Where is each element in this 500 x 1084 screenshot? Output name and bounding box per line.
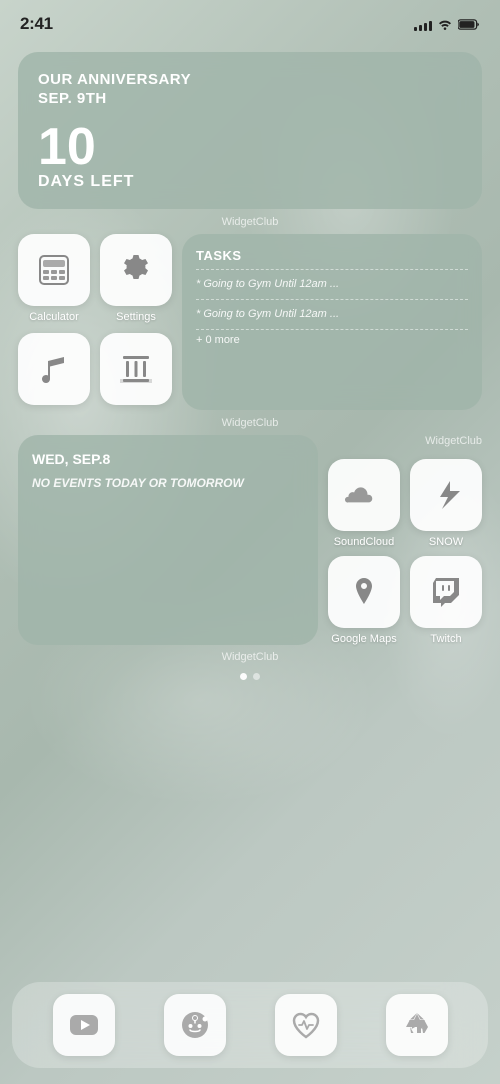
days-number: 10 <box>38 121 462 173</box>
signal-bar-2 <box>419 25 422 31</box>
wifi-icon <box>437 17 453 31</box>
anniversary-widget[interactable]: Our anniversary Sep. 9th 10 Days Left <box>18 52 482 209</box>
app-settings-container[interactable]: Settings <box>100 234 172 323</box>
youtube-icon <box>68 1009 100 1041</box>
soundcloud-label: SoundCloud <box>334 536 395 548</box>
snow-bolt-icon <box>428 477 464 513</box>
signal-bar-1 <box>414 27 417 31</box>
settings-icon-bg[interactable] <box>100 234 172 306</box>
right-apps-section: WidgetClub SoundCloud <box>328 435 482 645</box>
snow-icon-bg[interactable] <box>410 459 482 531</box>
twitch-icon <box>428 574 464 610</box>
battery-icon <box>458 18 480 31</box>
app-snow-container[interactable]: SNOW <box>410 459 482 548</box>
twitch-icon-bg[interactable] <box>410 556 482 628</box>
widgetclub-label-4: WidgetClub <box>18 651 482 663</box>
snow-label: SNOW <box>429 536 463 548</box>
widgetclub-label-3: WidgetClub <box>328 435 482 447</box>
calendar-widget[interactable]: Wed, Sep.8 No events today or tomorrow <box>18 435 318 645</box>
signal-bar-3 <box>424 23 427 31</box>
googlemaps-label: Google Maps <box>331 633 396 645</box>
googlemaps-icon-bg[interactable] <box>328 556 400 628</box>
soundcloud-icon <box>345 476 383 514</box>
library-icon-bg[interactable] <box>100 333 172 405</box>
task-divider-2 <box>196 299 468 300</box>
task-item-1: * Going to Gym Until 12am ... <box>196 274 468 295</box>
content-area: Our anniversary Sep. 9th 10 Days Left Wi… <box>0 44 500 978</box>
screen: 2:41 Our anniversary Sep. 9th 10 <box>0 0 500 1084</box>
widgetclub-label-2: WidgetClub <box>18 417 482 429</box>
music-note-icon <box>36 351 72 387</box>
tasks-widget[interactable]: Tasks * Going to Gym Until 12am ... * Go… <box>182 234 482 410</box>
twitch-label: Twitch <box>430 633 461 645</box>
dock-reddit[interactable] <box>164 994 226 1056</box>
task-item-2: * Going to Gym Until 12am ... <box>196 304 468 325</box>
app-soundcloud-container[interactable]: SoundCloud <box>328 459 400 548</box>
anniversary-title: Our anniversary <box>38 70 462 90</box>
status-bar: 2:41 <box>0 0 500 44</box>
dock-youtube[interactable] <box>53 994 115 1056</box>
calendar-day: Wed, Sep.8 <box>32 451 304 467</box>
page-dot-2[interactable] <box>253 673 260 680</box>
reddit-icon <box>179 1009 211 1041</box>
anniversary-date: Sep. 9th <box>38 90 462 107</box>
settings-label: Settings <box>116 311 156 323</box>
signal-bars-icon <box>414 17 432 31</box>
widgetclub-label-1: WidgetClub <box>18 216 482 228</box>
app-twitch-container[interactable]: Twitch <box>410 556 482 645</box>
calculator-icon <box>36 252 72 288</box>
app-calculator-container[interactable]: Calculator <box>18 234 90 323</box>
music-icon-bg[interactable] <box>18 333 90 405</box>
right-apps-row-2: Google Maps Twitch <box>328 556 482 645</box>
dock <box>12 982 488 1068</box>
soundcloud-icon-bg[interactable] <box>328 459 400 531</box>
settings-icon <box>118 252 154 288</box>
signal-bar-4 <box>429 21 432 31</box>
app-icons-section: Calculator Settings <box>18 234 172 410</box>
task-divider-3 <box>196 329 468 330</box>
calculator-icon-bg[interactable] <box>18 234 90 306</box>
task-divider-1 <box>196 269 468 270</box>
page-dots <box>18 673 482 680</box>
app-library-container[interactable] <box>100 333 172 410</box>
app-googlemaps-container[interactable]: Google Maps <box>328 556 400 645</box>
days-label: Days Left <box>38 173 462 191</box>
bottom-section: Wed, Sep.8 No events today or tomorrow W… <box>18 435 482 645</box>
status-icons <box>414 17 480 31</box>
app-grid: Calculator Settings <box>18 234 172 410</box>
library-icon <box>118 351 154 387</box>
tasks-more: + 0 more <box>196 334 468 346</box>
app-music-container[interactable] <box>18 333 90 410</box>
status-time: 2:41 <box>20 14 53 34</box>
appstore-icon <box>401 1009 433 1041</box>
tasks-title: Tasks <box>196 248 468 263</box>
calculator-label: Calculator <box>29 311 79 323</box>
right-apps-row-1: SoundCloud SNOW <box>328 459 482 548</box>
calendar-note: No events today or tomorrow <box>32 475 304 492</box>
map-pin-icon <box>346 574 382 610</box>
middle-row: Calculator Settings <box>18 234 482 410</box>
health-icon <box>290 1009 322 1041</box>
page-dot-1[interactable] <box>240 673 247 680</box>
dock-health[interactable] <box>275 994 337 1056</box>
dock-appstore[interactable] <box>386 994 448 1056</box>
